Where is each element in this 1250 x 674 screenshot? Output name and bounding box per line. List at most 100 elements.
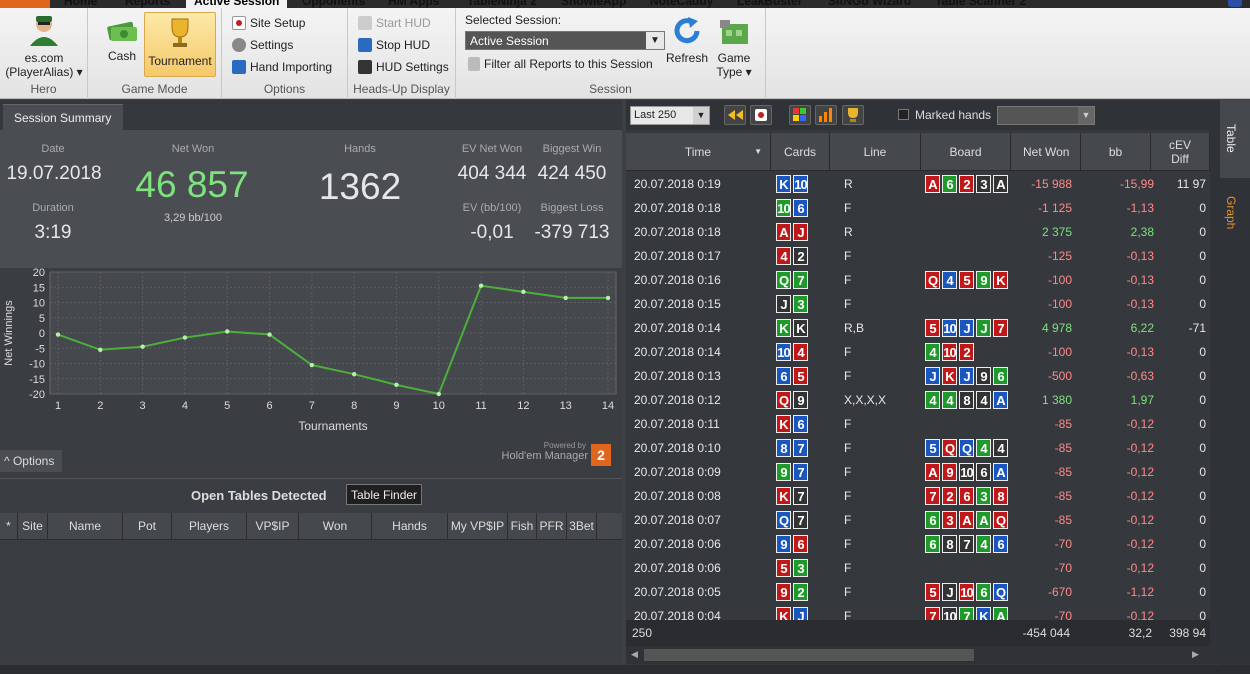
table-row[interactable]: 20.07.2018 0:17 4 2 F -125 -0,13 0: [626, 244, 1210, 268]
menu-table-scanner[interactable]: Table Scanner 2: [935, 0, 1026, 8]
hm2-logo: 2: [591, 444, 611, 466]
col-won[interactable]: Won: [299, 513, 372, 539]
table-row[interactable]: 20.07.2018 0:11 K 6 F -85 -0,12 0: [626, 412, 1210, 436]
menu-opponents[interactable]: Opponents: [302, 0, 365, 8]
site-setup-button[interactable]: Site Setup: [232, 16, 305, 30]
options-toggle[interactable]: ^ Options: [0, 450, 62, 472]
table-row[interactable]: 20.07.2018 0:04 K J F 7 10 7 K A -70 -0,12 0: [626, 604, 1210, 620]
table-row[interactable]: 20.07.2018 0:07 Q 7 F 6 3 A A Q -85 -0,12 0: [626, 508, 1210, 532]
scrollbar-thumb[interactable]: [644, 649, 974, 661]
filter-reports-button[interactable]: Filter all Reports to this Session: [468, 57, 653, 71]
menu-sitngo-wizard[interactable]: SitNGo Wizard: [828, 0, 911, 8]
menu-leakbuster[interactable]: LeakBuster: [737, 0, 802, 8]
table-row[interactable]: 20.07.2018 0:12 Q 9 X,X,X,X 4 4 8 4 A 1 380 1,97 0: [626, 388, 1210, 412]
site-setup-label: Site Setup: [250, 16, 306, 30]
col-fish[interactable]: Fish: [508, 513, 537, 539]
chevron-down-icon[interactable]: ▼: [693, 107, 709, 124]
close-icon[interactable]: [1228, 0, 1242, 7]
menu-active-session[interactable]: Active Session: [186, 0, 288, 8]
product-name: Hold'em Manager: [501, 450, 588, 462]
tab-table[interactable]: Table: [1224, 124, 1238, 153]
table-row[interactable]: 20.07.2018 0:19 K 10 R A 6 2 3 A -15 988 -15,99 11 …: [626, 172, 1210, 196]
color-grid-icon[interactable]: [789, 105, 811, 125]
bar-chart-icon[interactable]: [815, 105, 837, 125]
table-row[interactable]: 20.07.2018 0:16 Q 7 F Q 4 5 9 K -100 -0,13 0: [626, 268, 1210, 292]
table-row[interactable]: 20.07.2018 0:08 K 7 F 7 2 6 3 8 -85 -0,12 0: [626, 484, 1210, 508]
data-point: [394, 382, 399, 388]
playing-card: A: [925, 463, 940, 481]
rewind-icon[interactable]: [724, 105, 746, 125]
session-dropdown[interactable]: Active Session ▼: [465, 31, 665, 50]
col-star[interactable]: *: [0, 513, 18, 539]
scroll-right-icon[interactable]: ▶: [1192, 649, 1199, 660]
playing-card: 4: [976, 391, 991, 409]
table-row[interactable]: 20.07.2018 0:18 10 6 F -1 125 -1,13 0: [626, 196, 1210, 220]
chevron-down-icon[interactable]: ▼: [1078, 107, 1094, 124]
tab-graph[interactable]: Graph: [1224, 196, 1238, 229]
hand-net-won: -70: [1054, 537, 1072, 551]
game-type-button[interactable]: Game Type ▾: [712, 16, 756, 79]
marked-hands-checkbox[interactable]: [898, 109, 909, 120]
col-my-vpip[interactable]: My VP$IP: [448, 513, 508, 539]
table-row[interactable]: 20.07.2018 0:05 9 2 F 5 J 10 6 Q -670 -1,12 0: [626, 580, 1210, 604]
menu-showieapp[interactable]: ShowieApp: [561, 0, 626, 8]
table-row[interactable]: 20.07.2018 0:14 10 4 F 4 10 2 -100 -0,13 0: [626, 340, 1210, 364]
menu-tableninja[interactable]: TableNinja 2: [467, 0, 537, 8]
hand-importing-button[interactable]: Hand Importing: [232, 60, 332, 74]
table-row[interactable]: 20.07.2018 0:14 K K R,B 5 10 J J 7 4 978 6,22 -71: [626, 316, 1210, 340]
refresh-button[interactable]: Refresh: [666, 16, 708, 65]
playing-card: 10: [959, 583, 974, 601]
scroll-left-icon[interactable]: ◀: [631, 649, 638, 660]
hud-settings-button[interactable]: HUD Settings: [358, 60, 449, 74]
hand-cev-diff: 0: [1199, 369, 1206, 383]
chevron-down-icon[interactable]: ▼: [646, 32, 664, 49]
menu-reports[interactable]: Reports: [125, 0, 170, 8]
col-cards[interactable]: Cards: [771, 133, 830, 171]
col-board[interactable]: Board: [921, 133, 1011, 171]
table-row[interactable]: 20.07.2018 0:10 8 7 F 5 Q Q 4 4 -85 -0,12 0: [626, 436, 1210, 460]
hero-button[interactable]: es.com (PlayerAlias) ▾: [4, 14, 84, 79]
col-hands[interactable]: Hands: [372, 513, 448, 539]
horizontal-scrollbar[interactable]: ◀ ▶: [626, 646, 1220, 664]
marked-hands-dropdown[interactable]: ▼: [997, 106, 1095, 125]
start-hud-button[interactable]: Start HUD: [358, 16, 431, 30]
stop-hud-button[interactable]: Stop HUD: [358, 38, 430, 52]
col-name[interactable]: Name: [48, 513, 123, 539]
col-pot[interactable]: Pot: [123, 513, 172, 539]
col-site[interactable]: Site: [18, 513, 48, 539]
table-row[interactable]: 20.07.2018 0:18 A J R 2 375 2,38 0: [626, 220, 1210, 244]
trophy-icon[interactable]: [842, 105, 864, 125]
tab-session-summary[interactable]: Session Summary: [3, 104, 123, 130]
data-point: [478, 283, 484, 288]
col-3bet[interactable]: 3Bet: [567, 513, 597, 539]
menu-notecaddy[interactable]: NoteCaddy: [650, 0, 713, 8]
replay-icon[interactable]: [750, 105, 772, 125]
table-row[interactable]: 20.07.2018 0:09 9 7 F A 9 10 6 A -85 -0,12 0: [626, 460, 1210, 484]
menu-hm-apps[interactable]: HM Apps: [388, 0, 440, 8]
col-time[interactable]: Time ▼: [626, 133, 771, 171]
table-finder-button[interactable]: Table Finder: [346, 484, 423, 505]
cash-button[interactable]: Cash: [98, 18, 146, 63]
hand-line: F: [844, 537, 852, 551]
menu-home[interactable]: Home: [64, 0, 97, 8]
col-players[interactable]: Players: [172, 513, 247, 539]
col-pfr[interactable]: PFR: [537, 513, 567, 539]
table-row[interactable]: 20.07.2018 0:06 5 3 F -70 -0,12 0: [626, 556, 1210, 580]
settings-button[interactable]: Settings: [232, 38, 293, 52]
data-point: [267, 332, 272, 337]
app-logo-icon[interactable]: [0, 0, 50, 8]
vertical-scrollbar[interactable]: [1210, 100, 1220, 646]
col-cev-diff[interactable]: cEV Diff: [1151, 133, 1210, 171]
col-net-won[interactable]: Net Won: [1011, 133, 1081, 171]
col-line[interactable]: Line: [830, 133, 921, 171]
table-row[interactable]: 20.07.2018 0:06 9 6 F 6 8 7 4 6 -70 -0,12 0: [626, 532, 1210, 556]
table-row[interactable]: 20.07.2018 0:13 6 5 F J K J 9 6 -500 -0,63 0: [626, 364, 1210, 388]
tournament-button[interactable]: Tournament: [144, 12, 216, 77]
table-row[interactable]: 20.07.2018 0:15 J 3 F -100 -0,13 0: [626, 292, 1210, 316]
col-bb[interactable]: bb: [1081, 133, 1151, 171]
playing-card: 3: [976, 487, 991, 505]
playing-card: 6: [925, 511, 940, 529]
hand-filter-dropdown[interactable]: Last 250 ▼: [630, 106, 710, 125]
col-vpip[interactable]: VP$IP: [247, 513, 299, 539]
playing-card: J: [925, 367, 940, 385]
